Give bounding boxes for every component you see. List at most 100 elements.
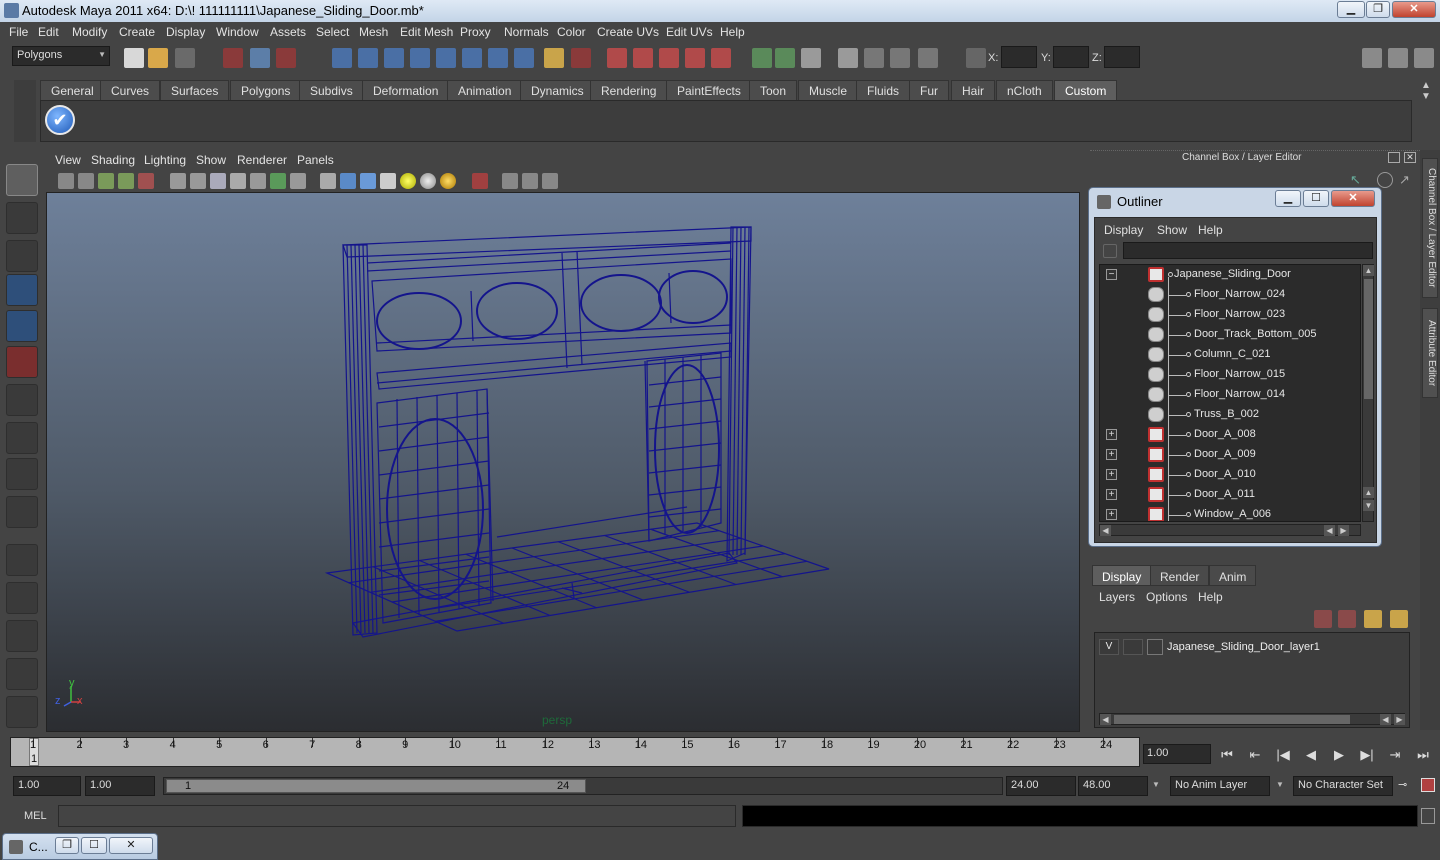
playback-end-field[interactable]: 24.00 xyxy=(1006,776,1076,796)
render-current-frame-icon[interactable] xyxy=(838,48,858,68)
pin-icon[interactable]: ↗ xyxy=(1399,172,1415,188)
smooth-shade-icon[interactable] xyxy=(340,173,356,189)
outliner-item[interactable]: Floor_Narrow_015 xyxy=(1100,365,1360,385)
two-d-pan-zoom-icon[interactable] xyxy=(138,173,154,189)
layer-hscroll-thumb[interactable] xyxy=(1114,715,1350,724)
step-forward-key-icon[interactable]: ⇥ xyxy=(1384,744,1406,766)
key-icon[interactable]: ⊸ xyxy=(1398,778,1407,791)
menu-mesh[interactable]: Mesh xyxy=(359,25,388,39)
shadows-icon[interactable] xyxy=(420,173,436,189)
maximize-button[interactable]: ❐ xyxy=(1366,1,1390,18)
mask-misc-icon[interactable] xyxy=(514,48,534,68)
range-slider[interactable]: 1 24 xyxy=(163,777,1003,795)
z-input[interactable] xyxy=(1104,46,1140,68)
scroll-up-icon[interactable]: ▲ xyxy=(1363,265,1374,276)
shelf-tab-fluids[interactable]: Fluids xyxy=(856,80,911,101)
shelf-tab-muscle[interactable]: Muscle xyxy=(798,80,859,101)
y-input[interactable] xyxy=(1053,46,1089,68)
preferences-icon[interactable] xyxy=(1421,778,1435,792)
outliner-item[interactable]: + Door_A_010 xyxy=(1100,465,1360,485)
wireframe-mode-icon[interactable] xyxy=(320,173,336,189)
expand-icon[interactable]: + xyxy=(1106,469,1117,480)
transform-input-icon[interactable] xyxy=(966,48,986,68)
layer-menu-help[interactable]: Help xyxy=(1198,590,1223,604)
menu-edit-mesh[interactable]: Edit Mesh xyxy=(400,25,453,39)
outliner-item[interactable]: Truss_B_002 xyxy=(1100,405,1360,425)
isolate-select-icon[interactable] xyxy=(472,173,488,189)
menu-file[interactable]: File xyxy=(9,25,28,39)
menu-create[interactable]: Create xyxy=(119,25,155,39)
layer-row[interactable]: V Japanese_Sliding_Door_layer1 xyxy=(1099,639,1405,657)
play-forwards-icon[interactable]: ▶ xyxy=(1328,744,1350,766)
shelf-tab-deformation[interactable]: Deformation xyxy=(362,80,450,101)
viewport-menu-shading[interactable]: Shading xyxy=(91,153,135,167)
menu-set-dropdown[interactable]: Polygons ▼ xyxy=(12,46,110,66)
camera-attributes-icon[interactable] xyxy=(58,173,74,189)
four-pane-layout-icon[interactable] xyxy=(6,582,38,614)
expand-icon[interactable]: + xyxy=(1106,449,1117,460)
gate-mask-icon[interactable] xyxy=(230,173,246,189)
show-tool-settings-icon[interactable] xyxy=(1388,48,1408,68)
new-scene-icon[interactable] xyxy=(124,48,144,68)
outliner-item[interactable]: + Door_A_011 xyxy=(1100,485,1360,505)
close-button[interactable]: ✕ xyxy=(1392,1,1436,18)
minwin-maximize-button[interactable]: ☐ xyxy=(81,837,107,854)
outliner-horizontal-scrollbar[interactable]: ◀ ◀ ▶ xyxy=(1099,524,1361,536)
safe-action-icon[interactable] xyxy=(270,173,286,189)
mask-deformations-icon[interactable] xyxy=(436,48,456,68)
minimize-button[interactable]: ▁ xyxy=(1337,1,1365,18)
mask-dynamics-icon[interactable] xyxy=(462,48,482,68)
shelf-tab-hair[interactable]: Hair xyxy=(951,80,996,101)
check-icon[interactable]: ✔ xyxy=(45,105,75,135)
layer-menu-options[interactable]: Options xyxy=(1146,590,1187,604)
side-tab-attribute-editor[interactable]: Attribute Editor xyxy=(1422,308,1438,398)
layer-tab-display[interactable]: Display xyxy=(1092,565,1152,586)
time-slider[interactable]: 1 1 2 3 4 5 6 7 8 9 10 11 12 13 14 15 16 17 18 19 20 21 22 23 2… xyxy=(10,737,1140,767)
outliner-maximize-button[interactable]: ☐ xyxy=(1303,190,1329,207)
menu-edit[interactable]: Edit xyxy=(38,25,59,39)
outliner-item[interactable]: Column_C_021 xyxy=(1100,345,1360,365)
last-tool-icon[interactable] xyxy=(6,496,38,528)
go-to-end-icon[interactable]: ⏭ xyxy=(1412,744,1434,766)
scroll-left-icon[interactable]: ◀ xyxy=(1100,525,1111,536)
scroll-right-icon[interactable]: ▶ xyxy=(1394,714,1405,725)
menu-edit-uvs[interactable]: Edit UVs xyxy=(666,25,713,39)
custom-layout-icon[interactable] xyxy=(6,696,38,728)
open-scene-icon[interactable] xyxy=(148,48,168,68)
resolution-gate-icon[interactable] xyxy=(210,173,226,189)
x-input[interactable] xyxy=(1001,46,1037,68)
shelf-tab-ncloth[interactable]: nCloth xyxy=(996,80,1053,101)
image-plane-icon[interactable] xyxy=(98,173,114,189)
make-live-icon[interactable] xyxy=(711,48,731,68)
scroll-right-icon[interactable]: ▶ xyxy=(1338,525,1349,536)
viewport-menu-renderer[interactable]: Renderer xyxy=(237,153,287,167)
menu-assets[interactable]: Assets xyxy=(270,25,306,39)
minwin-close-button[interactable]: ✕ xyxy=(109,837,153,854)
shelf-tab-animation[interactable]: Animation xyxy=(447,80,523,101)
rotate-tool-icon[interactable] xyxy=(6,310,38,342)
command-line-input[interactable] xyxy=(58,805,736,827)
expand-icon[interactable]: + xyxy=(1106,489,1117,500)
wireframe-on-shaded-icon[interactable] xyxy=(360,173,376,189)
outliner-item[interactable]: + Window_A_006 xyxy=(1100,505,1360,521)
scroll-up-icon[interactable]: ▲ xyxy=(1363,487,1374,498)
menu-help[interactable]: Help xyxy=(720,25,745,39)
history-icon[interactable] xyxy=(752,48,772,68)
mask-handles-icon[interactable] xyxy=(332,48,352,68)
outliner-item[interactable]: Floor_Narrow_024 xyxy=(1100,285,1360,305)
start-time-field[interactable]: 1.00 xyxy=(13,776,81,796)
mask-joints-icon[interactable] xyxy=(358,48,378,68)
minwin-restore-button[interactable]: ❐ xyxy=(55,837,79,854)
field-chart-icon[interactable] xyxy=(250,173,266,189)
snap-point-icon[interactable] xyxy=(659,48,679,68)
xray-icon[interactable] xyxy=(502,173,518,189)
playback-start-field[interactable]: 1.00 xyxy=(85,776,155,796)
layer-visibility-toggle[interactable]: V xyxy=(1099,639,1119,655)
viewport-menu-view[interactable]: View xyxy=(55,153,81,167)
show-attribute-editor-icon[interactable] xyxy=(1362,48,1382,68)
lock-selection-icon[interactable] xyxy=(544,48,564,68)
highlight-selection-icon[interactable] xyxy=(571,48,591,68)
snap-curve-icon[interactable] xyxy=(633,48,653,68)
viewport-menu-panels[interactable]: Panels xyxy=(297,153,334,167)
outliner-item[interactable]: Door_Track_Bottom_005 xyxy=(1100,325,1360,345)
